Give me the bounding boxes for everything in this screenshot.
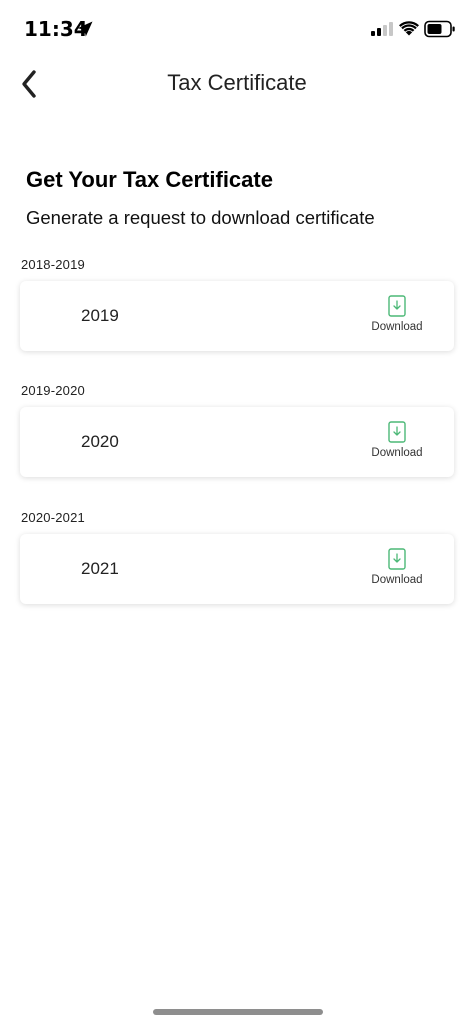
financial-year-label: 2018-2019 (21, 257, 85, 272)
wifi-icon (399, 21, 419, 36)
cellular-signal-icon (371, 22, 393, 36)
battery-icon (424, 20, 455, 38)
certificate-year: 2020 (81, 432, 119, 451)
home-indicator[interactable] (153, 1009, 323, 1015)
certificate-year: 2019 (81, 306, 119, 325)
download-button[interactable]: Download (362, 548, 432, 592)
financial-year-label: 2020-2021 (21, 510, 85, 525)
download-button[interactable]: Download (362, 295, 432, 339)
certificate-year: 2021 (81, 559, 119, 578)
certificate-card: 2021 Download (20, 534, 454, 604)
certificate-card: 2020 Download (20, 407, 454, 477)
financial-year-label: 2019-2020 (21, 383, 85, 398)
certificate-card: 2019 Download (20, 281, 454, 351)
download-button[interactable]: Download (362, 421, 432, 465)
download-label: Download (371, 447, 423, 459)
status-bar: 11:34 (0, 0, 474, 58)
download-label: Download (371, 574, 423, 586)
section-subheading: Generate a request to download certifica… (26, 207, 375, 228)
section-heading: Get Your Tax Certificate (26, 167, 273, 192)
download-icon (388, 421, 406, 443)
tax-certificate-screen: 11:34 Tax Certificate Get Your Tax Certi… (0, 0, 474, 1026)
download-label: Download (371, 321, 423, 333)
page-title: Tax Certificate (167, 70, 307, 95)
location-arrow-icon (77, 21, 93, 37)
navigation-bar: Tax Certificate (0, 58, 474, 110)
download-icon (388, 295, 406, 317)
download-icon (388, 548, 406, 570)
